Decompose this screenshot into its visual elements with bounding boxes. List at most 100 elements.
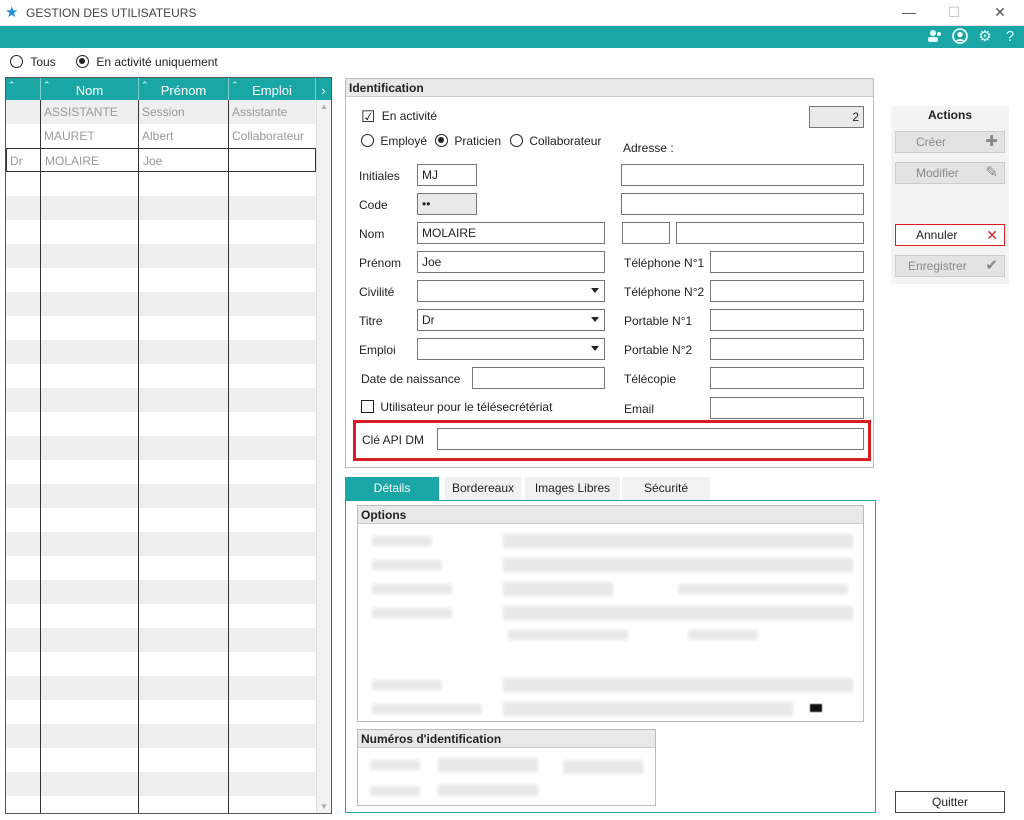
adresse-line1-input[interactable] <box>621 164 864 186</box>
save-button[interactable]: Enregistrer ✔ <box>895 255 1005 277</box>
titre-label: Titre <box>359 314 383 328</box>
scroll-up-icon[interactable]: ▲ <box>320 102 328 111</box>
tab-details[interactable]: Détails <box>345 477 439 500</box>
active-checkbox-row[interactable]: ☑ En activité <box>361 109 438 126</box>
table-row <box>6 700 316 724</box>
ville-input[interactable] <box>676 222 864 244</box>
create-label: Créer <box>916 135 947 149</box>
column-divider <box>138 100 139 813</box>
blurred-option <box>563 760 643 774</box>
modify-button[interactable]: Modifier ✎ <box>895 162 1005 184</box>
check-icon: ✔ <box>985 257 998 274</box>
tab-bordereaux[interactable]: Bordereaux <box>445 477 521 500</box>
sort-icon: ⌃ <box>43 80 51 90</box>
role-praticien-option[interactable]: Praticien <box>435 134 501 148</box>
table-row <box>6 196 316 220</box>
account-icon[interactable] <box>951 28 969 46</box>
column-prenom-header[interactable]: ⌃ Prénom <box>139 78 229 100</box>
plus-icon: ✚ <box>985 133 998 150</box>
table-row <box>6 604 316 628</box>
column-nom-header[interactable]: ⌃ Nom <box>41 78 139 100</box>
help-icon[interactable]: ? <box>1001 28 1019 46</box>
minimize-button[interactable]: — <box>898 2 920 22</box>
portable1-input[interactable] <box>710 309 864 331</box>
cell-emploi: Collaborateur <box>232 129 305 143</box>
telecopie-input[interactable] <box>710 367 864 389</box>
cancel-button[interactable]: Annuler ✕ <box>895 224 1005 246</box>
dropdown-arrow-icon <box>591 317 599 322</box>
nom-input[interactable]: MOLAIRE <box>417 222 605 244</box>
column-emploi-header[interactable]: ⌃ Emploi <box>229 78 316 100</box>
column-prenom-label: Prénom <box>160 83 207 98</box>
blurred-option <box>503 558 853 572</box>
civilite-select[interactable] <box>417 280 605 302</box>
code-postal-input[interactable] <box>622 222 670 244</box>
active-label: En activité <box>381 109 438 123</box>
users-icon[interactable] <box>926 28 944 46</box>
active-checkbox[interactable]: ☑ <box>361 110 376 126</box>
users-table: ⌃ ⌃ Nom ⌃ Prénom ⌃ Emploi › ASSISTANTE Sessi… <box>5 77 332 814</box>
user-id-field: 2 <box>809 106 864 128</box>
code-label: Code <box>359 198 388 212</box>
blurred-option <box>503 606 853 620</box>
cell-nom: MAURET <box>44 129 95 143</box>
table-scrollbar[interactable]: ▲ ▼ <box>316 100 331 813</box>
create-button[interactable]: Créer ✚ <box>895 131 1005 153</box>
table-row <box>6 460 316 484</box>
actions-title: Actions <box>927 108 972 122</box>
api-key-input[interactable] <box>437 428 864 450</box>
scroll-down-icon[interactable]: ▼ <box>320 802 328 811</box>
tab-images-libres[interactable]: Images Libres <box>525 477 620 500</box>
cell-nom: MOLAIRE <box>45 154 100 168</box>
email-label: Email <box>624 402 655 416</box>
table-row[interactable]: ASSISTANTE Session Assistante <box>6 100 316 124</box>
titre-select[interactable]: Dr <box>417 309 605 331</box>
quit-button[interactable]: Quitter <box>895 791 1005 813</box>
role-collaborateur-option[interactable]: Collaborateur <box>510 134 601 148</box>
table-row[interactable]: Dr MOLAIRE Joe <box>6 148 316 172</box>
scroll-columns-button[interactable]: › <box>316 78 331 100</box>
portable2-input[interactable] <box>710 338 864 360</box>
blurred-option <box>508 630 628 640</box>
cell-titre <box>6 100 40 124</box>
maximize-button[interactable]: ☐ <box>943 2 965 22</box>
telesecretariat-option[interactable]: Utilisateur pour le télésecrétériat <box>361 400 552 414</box>
emploi-select[interactable] <box>417 338 605 360</box>
column-nom-label: Nom <box>75 83 104 98</box>
column-emploi-label: Emploi <box>252 83 292 98</box>
role-collaborateur-radio[interactable] <box>510 134 523 147</box>
prenom-input[interactable]: Joe <box>417 251 605 273</box>
naissance-input[interactable] <box>472 367 605 389</box>
role-praticien-radio[interactable] <box>435 134 448 147</box>
role-employe-option[interactable]: Employé <box>361 134 427 148</box>
filter-all-option[interactable]: Tous <box>10 55 56 69</box>
telesecretariat-label: Utilisateur pour le télésecrétériat <box>380 400 553 414</box>
role-employe-radio[interactable] <box>361 134 374 147</box>
tel2-input[interactable] <box>710 280 864 302</box>
filter-active-radio[interactable] <box>76 55 89 68</box>
filter-active-label: En activité uniquement <box>96 55 218 69</box>
close-button[interactable]: ✕ <box>989 2 1011 22</box>
cell-titre: Dr <box>10 154 23 168</box>
initiales-input[interactable]: MJ <box>417 164 477 186</box>
blurred-option <box>372 560 442 570</box>
title-bar: ★ GESTION DES UTILISATEURS — ☐ ✕ <box>0 0 1024 26</box>
table-row <box>6 508 316 532</box>
identification-numbers-title: Numéros d'identification <box>358 730 655 748</box>
filter-all-radio[interactable] <box>10 55 23 68</box>
adresse-line2-input[interactable] <box>621 193 864 215</box>
table-row <box>6 268 316 292</box>
email-input[interactable] <box>710 397 864 419</box>
column-titre-header[interactable]: ⌃ <box>6 78 41 100</box>
tel1-input[interactable] <box>710 251 864 273</box>
cell-prenom: Session <box>142 105 185 119</box>
blurred-option <box>370 760 420 770</box>
filter-active-option[interactable]: En activité uniquement <box>76 55 218 69</box>
blurred-option <box>372 536 432 546</box>
settings-icon[interactable]: ⚙ <box>976 28 994 46</box>
options-title: Options <box>358 506 863 524</box>
table-row[interactable]: MAURET Albert Collaborateur <box>6 124 316 148</box>
telesecretariat-checkbox[interactable] <box>361 400 374 413</box>
code-input[interactable]: •• <box>417 193 477 215</box>
tab-securite[interactable]: Sécurité <box>622 477 710 500</box>
